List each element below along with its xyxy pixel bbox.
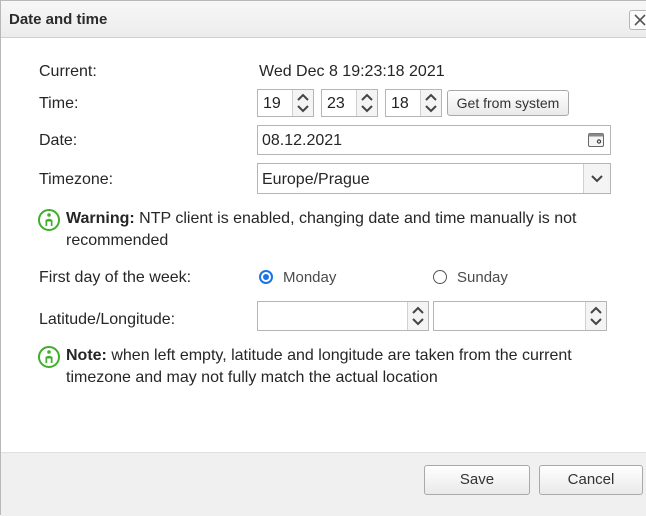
date-field[interactable]: 08.12.2021 xyxy=(257,125,611,155)
close-button[interactable] xyxy=(629,10,646,30)
chevron-down-icon xyxy=(590,318,602,326)
ntp-warning-message: Warning: NTP client is enabled, changing… xyxy=(66,208,576,252)
chevron-up-icon xyxy=(412,306,424,314)
timezone-select[interactable]: Europe/Prague xyxy=(257,163,611,194)
sunday-label: Sunday xyxy=(457,269,508,286)
dialog-title: Date and time xyxy=(9,11,108,28)
current-datetime-value: Wed Dec 8 19:23:18 2021 xyxy=(259,63,445,80)
chevron-down-icon xyxy=(425,105,437,113)
monday-radio[interactable] xyxy=(259,270,273,284)
info-icon xyxy=(38,346,60,368)
date-time-dialog: Date and time Current: Wed Dec 8 19:23:1… xyxy=(0,0,646,516)
chevron-down-icon xyxy=(591,175,603,183)
info-icon xyxy=(38,209,60,231)
longitude-spinner-arrows[interactable] xyxy=(585,302,606,330)
current-label: Current: xyxy=(39,63,97,80)
note-text-line1: when left empty, latitude and longitude … xyxy=(106,347,572,364)
save-button[interactable]: Save xyxy=(424,465,530,495)
longitude-input[interactable] xyxy=(433,301,607,331)
date-label: Date: xyxy=(39,132,78,149)
hours-spinner[interactable]: 19 xyxy=(257,89,314,117)
warning-text-line2: recommended xyxy=(66,232,169,249)
minutes-spinner[interactable]: 23 xyxy=(321,89,378,117)
seconds-spinner-arrows[interactable] xyxy=(420,90,441,116)
chevron-up-icon xyxy=(425,93,437,101)
hours-value: 19 xyxy=(263,95,281,112)
dialog-titlebar: Date and time xyxy=(1,1,646,38)
calendar-icon[interactable] xyxy=(588,133,604,147)
cancel-button[interactable]: Cancel xyxy=(539,465,643,495)
sunday-radio[interactable] xyxy=(433,270,447,284)
seconds-value: 18 xyxy=(391,95,409,112)
chevron-up-icon xyxy=(590,306,602,314)
chevron-down-icon xyxy=(297,105,309,113)
seconds-spinner[interactable]: 18 xyxy=(385,89,442,117)
close-icon xyxy=(634,14,646,26)
chevron-down-icon xyxy=(361,105,373,113)
radio-option-sunday[interactable]: Sunday xyxy=(433,267,533,289)
date-value: 08.12.2021 xyxy=(262,132,343,149)
latitude-input[interactable] xyxy=(257,301,429,331)
minutes-spinner-arrows[interactable] xyxy=(356,90,377,116)
hours-spinner-arrows[interactable] xyxy=(292,90,313,116)
get-from-system-button[interactable]: Get from system xyxy=(447,90,569,116)
timezone-dropdown-button[interactable] xyxy=(583,164,610,193)
radio-option-monday[interactable]: Monday xyxy=(259,267,359,289)
latlong-note-message: Note: when left empty, latitude and long… xyxy=(66,345,572,389)
note-heading: Note: xyxy=(66,347,107,364)
chevron-up-icon xyxy=(297,93,309,101)
chevron-up-icon xyxy=(361,93,373,101)
dialog-footer: Save Cancel xyxy=(1,452,646,516)
warning-text-line1: NTP client is enabled, changing date and… xyxy=(134,210,577,227)
minutes-value: 23 xyxy=(327,95,345,112)
latlong-label: Latitude/Longitude: xyxy=(39,311,176,328)
time-label: Time: xyxy=(39,95,79,112)
first-day-label: First day of the week: xyxy=(39,269,192,286)
warning-heading: Warning: xyxy=(66,210,135,227)
timezone-value: Europe/Prague xyxy=(262,171,370,188)
timezone-label: Timezone: xyxy=(39,171,114,188)
chevron-down-icon xyxy=(412,318,424,326)
monday-label: Monday xyxy=(283,269,337,286)
note-text-line2: timezone and may not fully match the act… xyxy=(66,369,438,386)
latitude-spinner-arrows[interactable] xyxy=(407,302,428,330)
